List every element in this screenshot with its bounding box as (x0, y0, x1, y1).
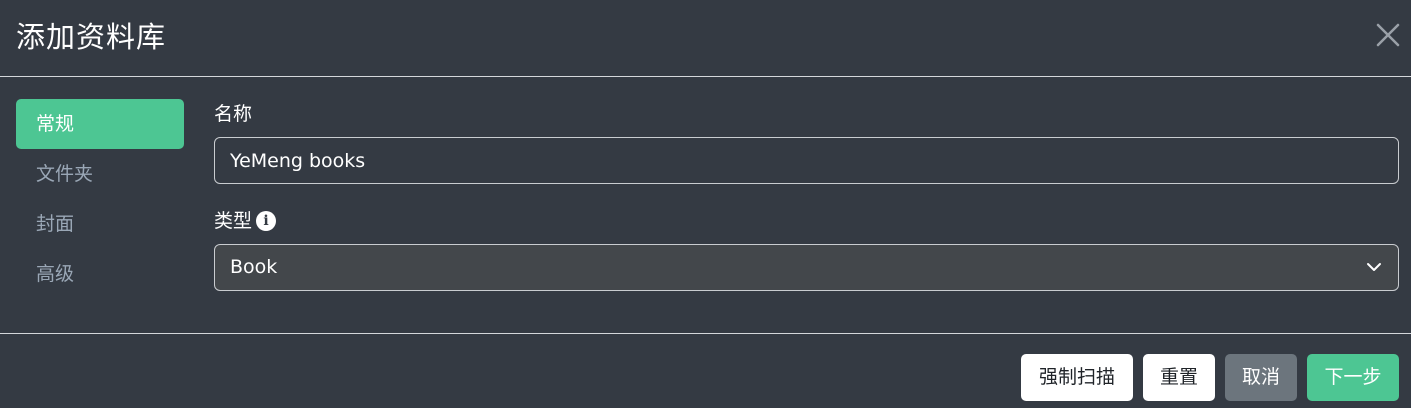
dialog-body: 常规 文件夹 封面 高级 名称 类型 i Book (0, 77, 1411, 333)
close-icon (1376, 23, 1400, 47)
type-label-text: 类型 (214, 210, 253, 232)
field-spacer (214, 184, 1399, 206)
dialog-footer: 强制扫描 重置 取消 下一步 (0, 333, 1411, 408)
nav-item-folders[interactable]: 文件夹 (16, 149, 184, 199)
info-icon[interactable]: i (256, 211, 277, 231)
general-form: 名称 类型 i Book (214, 99, 1399, 291)
force-scan-button[interactable]: 强制扫描 (1021, 354, 1133, 401)
type-select-value: Book (230, 256, 278, 278)
dialog-title: 添加资料库 (16, 20, 167, 54)
name-input[interactable] (214, 137, 1399, 184)
settings-nav: 常规 文件夹 封面 高级 (16, 99, 184, 299)
type-label: 类型 i (214, 206, 1399, 236)
nav-item-general[interactable]: 常规 (16, 99, 184, 149)
nav-item-cover[interactable]: 封面 (16, 199, 184, 249)
chevron-down-icon (1367, 263, 1381, 271)
cancel-button[interactable]: 取消 (1225, 354, 1297, 401)
type-select[interactable]: Book (214, 244, 1399, 291)
close-button[interactable] (1375, 22, 1401, 48)
name-label: 名称 (214, 99, 1399, 129)
reset-button[interactable]: 重置 (1143, 354, 1215, 401)
name-label-text: 名称 (214, 103, 253, 125)
add-library-dialog: 添加资料库 常规 文件夹 封面 高级 名称 类型 i B (0, 0, 1411, 408)
dialog-header: 添加资料库 (0, 0, 1411, 77)
nav-item-advanced[interactable]: 高级 (16, 249, 184, 299)
next-button[interactable]: 下一步 (1307, 354, 1399, 401)
